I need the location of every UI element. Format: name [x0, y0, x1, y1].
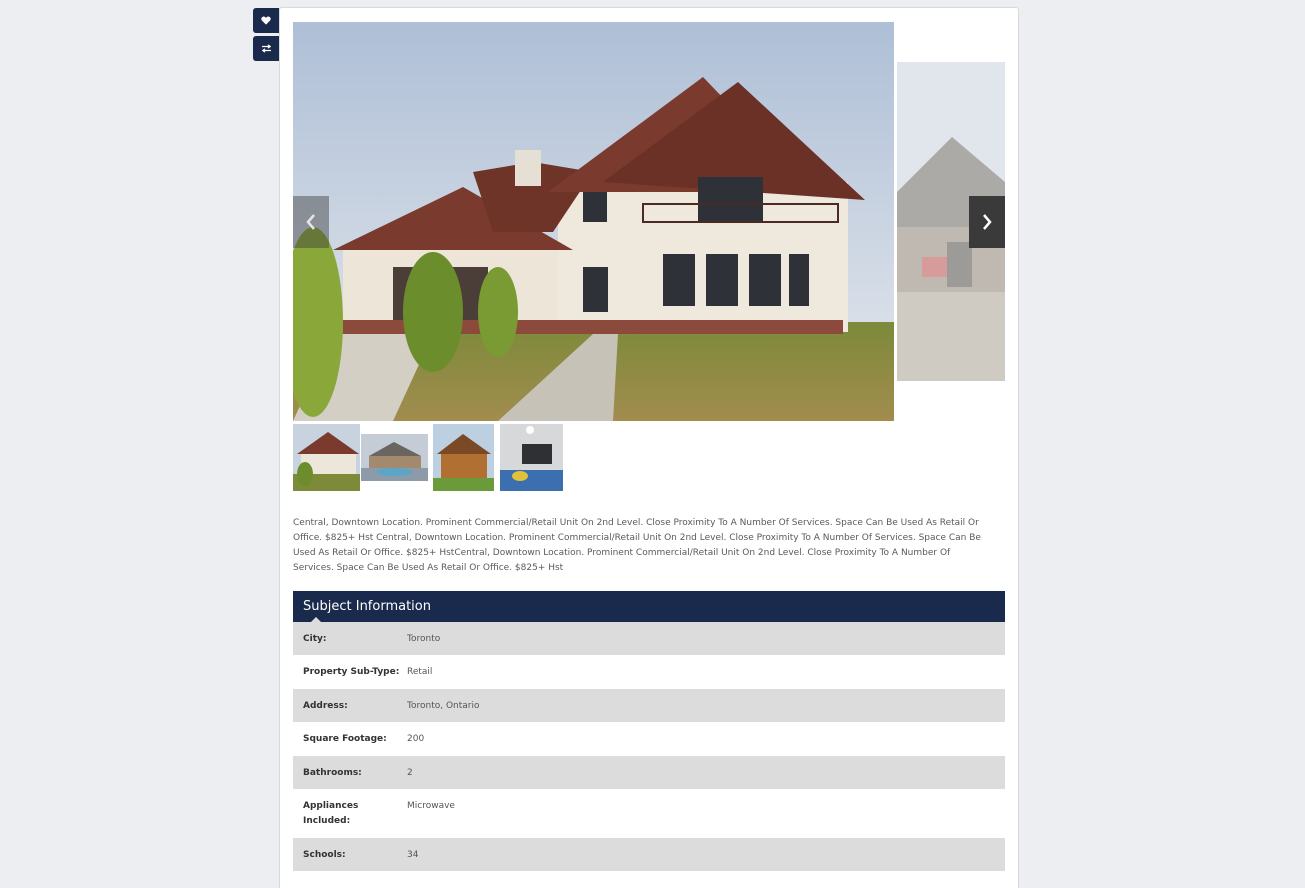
- row-label: Address:: [303, 700, 348, 711]
- row-label: Property Sub-Type:: [303, 667, 400, 677]
- house-photo: [293, 22, 894, 421]
- row-value: 200: [407, 734, 425, 744]
- row-value: Microwave: [407, 801, 455, 811]
- listing-description: Central, Downtown Location. Prominent Co…: [293, 518, 981, 573]
- compare-button[interactable]: [253, 36, 279, 61]
- subject-row-city: City: Toronto: [293, 622, 1005, 655]
- chevron-left-icon: [306, 214, 315, 230]
- row-label: City:: [303, 633, 327, 644]
- subject-row-address: Address: Toronto, Ontario: [293, 689, 1005, 722]
- thumbnail-4[interactable]: [500, 424, 563, 491]
- row-value: 34: [407, 849, 419, 860]
- subject-information-header: Subject Information: [293, 591, 1005, 623]
- row-label: Bathrooms:: [303, 767, 362, 778]
- subject-row-schools: Schools: 34: [293, 838, 1005, 871]
- listing-card: Central, Downtown Location. Prominent Co…: [279, 7, 1019, 888]
- swap-icon: [261, 44, 271, 53]
- row-value: Toronto, Ontario: [407, 700, 480, 711]
- thumbnail-3[interactable]: [433, 424, 494, 491]
- gallery-prev-button[interactable]: [293, 196, 329, 248]
- header-pointer: [310, 617, 322, 623]
- row-value: Retail: [407, 667, 433, 677]
- subject-information-panel: Subject Information City: Toronto Proper…: [293, 591, 1005, 871]
- subject-row-appliances-included: Appliances Included: Microwave: [293, 789, 1005, 838]
- gallery-next-button[interactable]: [969, 196, 1005, 248]
- row-label: Appliances Included:: [303, 801, 359, 826]
- gallery-main-image[interactable]: [293, 22, 894, 421]
- row-value: 2: [407, 767, 413, 778]
- thumbnail-1[interactable]: [293, 424, 360, 491]
- row-value: Toronto: [407, 633, 441, 644]
- thumbnail-2[interactable]: [361, 434, 428, 481]
- listing-actions: [253, 8, 279, 64]
- favorite-button[interactable]: [253, 8, 279, 33]
- subject-information-title: Subject Information: [303, 599, 431, 614]
- subject-row-bathrooms: Bathrooms: 2: [293, 756, 1005, 789]
- subject-row-property-sub-type: Property Sub-Type: Retail: [293, 655, 1005, 689]
- chevron-right-icon: [983, 214, 992, 230]
- subject-row-square-footage: Square Footage: 200: [293, 722, 1005, 756]
- row-label: Square Footage:: [303, 734, 387, 744]
- row-label: Schools:: [303, 849, 346, 860]
- heart-icon: [261, 16, 271, 25]
